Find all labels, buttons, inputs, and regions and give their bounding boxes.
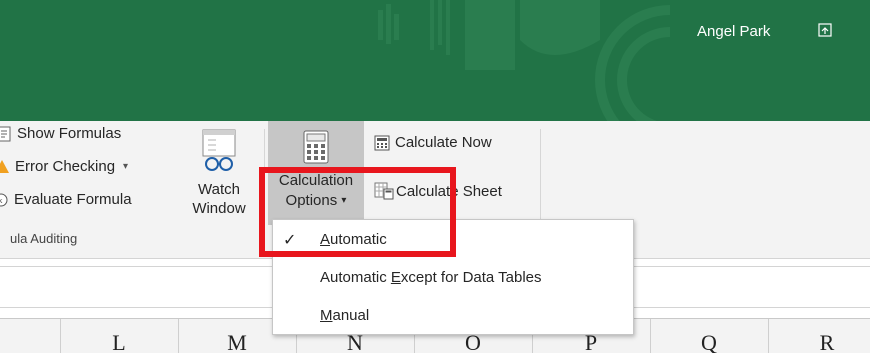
red-highlight-box <box>259 167 456 257</box>
ribbon-display-options-icon[interactable] <box>818 23 832 37</box>
evaluate-formula-label: Evaluate Formula <box>14 191 132 208</box>
menu-item-automatic-except-data-tables[interactable]: Automatic Except for Data Tables <box>273 261 633 295</box>
show-formulas-button[interactable]: Show Formulas <box>0 125 121 142</box>
error-checking-button[interactable]: Error Checking ▾ <box>0 158 128 175</box>
watch-window-label-line2: Window <box>192 200 246 217</box>
watch-window-label-line1: Watch <box>198 181 240 198</box>
formula-auditing-group-label: ula Auditing <box>10 231 78 246</box>
evaluate-formula-icon: x <box>0 193 8 206</box>
evaluate-formula-button[interactable]: x Evaluate Formula <box>0 191 132 208</box>
menu-item-automatic-except-pre: Automatic <box>320 269 391 286</box>
menu-item-manual-label: Manual <box>320 307 369 324</box>
show-formulas-icon <box>0 126 11 141</box>
calculate-now-button[interactable]: Calculate Now <box>374 134 492 151</box>
menu-item-manual-key: M <box>320 307 333 324</box>
svg-text:x: x <box>0 196 3 205</box>
error-checking-icon <box>0 159 9 173</box>
error-checking-label: Error Checking <box>15 158 116 175</box>
user-name[interactable]: Angel Park <box>697 23 770 40</box>
column-header-l[interactable]: L <box>60 319 179 353</box>
column-header-r[interactable]: R <box>768 319 870 353</box>
menu-item-manual-post: anual <box>332 307 370 324</box>
column-header-partial[interactable] <box>0 319 61 353</box>
watch-window-icon <box>202 129 236 171</box>
chevron-down-icon: ▾ <box>123 161 129 172</box>
calculate-now-label: Calculate Now <box>395 134 492 151</box>
menu-item-automatic-except-label: Automatic Except for Data Tables <box>320 269 542 286</box>
menu-item-automatic-except-key: E <box>390 269 401 286</box>
title-bar-decoration <box>378 0 670 121</box>
column-header-q[interactable]: Q <box>650 319 769 353</box>
calculate-now-icon <box>374 135 390 150</box>
title-bar: Angel Park <box>0 0 870 121</box>
menu-item-automatic-except-post: xcept for Data Tables <box>400 269 542 286</box>
menu-item-manual[interactable]: Manual <box>273 299 633 333</box>
watch-window-button[interactable]: Watch Window <box>186 129 252 218</box>
calculator-icon <box>303 130 329 164</box>
show-formulas-label: Show Formulas <box>17 125 122 142</box>
